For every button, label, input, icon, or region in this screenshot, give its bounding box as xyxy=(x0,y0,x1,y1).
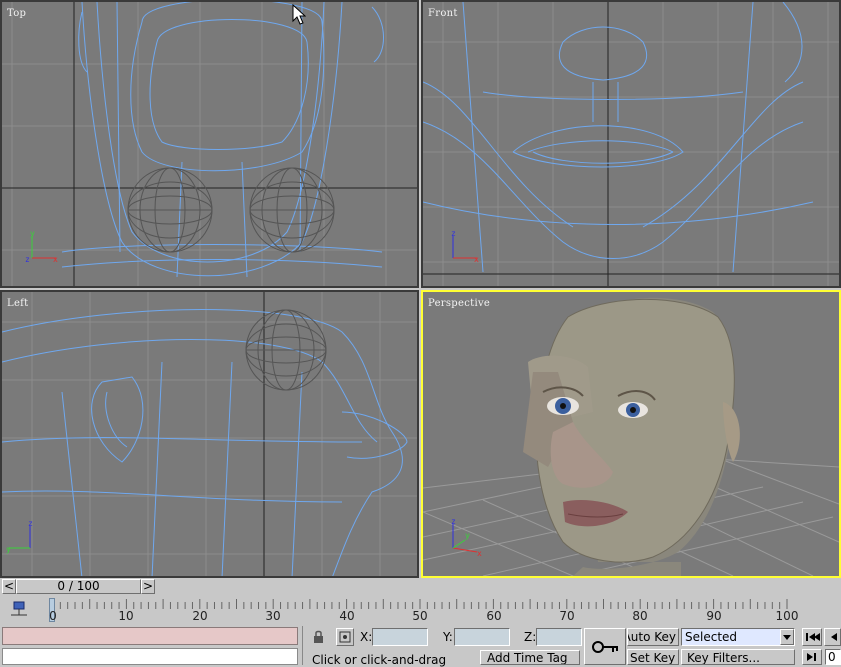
current-frame-field[interactable]: 0 xyxy=(825,649,841,665)
chevron-down-icon xyxy=(783,635,791,640)
viewport-label-perspective: Perspective xyxy=(428,298,491,309)
viewport-label-left: Left xyxy=(7,298,29,309)
viewport-label-top: Top xyxy=(7,8,27,19)
axis-x-label: x xyxy=(53,255,58,264)
time-slider-prev-button[interactable]: < xyxy=(2,579,16,594)
axis-y-label: y xyxy=(30,229,35,238)
track-tick-label: 60 xyxy=(486,609,502,623)
go-to-start-button[interactable] xyxy=(802,628,822,646)
current-frame-value: 0 xyxy=(828,650,836,664)
coord-z-field[interactable] xyxy=(536,628,582,646)
axis-y-label: y xyxy=(6,545,11,554)
viewport-label-front: Front xyxy=(428,8,458,19)
set-key-button[interactable]: Set Key xyxy=(627,649,679,665)
go-to-end-icon xyxy=(807,653,816,661)
key-mode-dropdown-button[interactable] xyxy=(780,629,794,645)
coord-z-label: Z: xyxy=(524,630,537,644)
set-key-label: Set Key xyxy=(630,651,676,665)
axis-tripod-perspective: z x y xyxy=(451,518,482,558)
axis-x-label: x xyxy=(474,255,479,264)
coord-x-field[interactable] xyxy=(372,628,428,646)
chevron-left-icon: < xyxy=(3,579,15,593)
axis-y-label: y xyxy=(465,531,470,540)
go-to-start-icon xyxy=(806,633,820,641)
axis-tripod-top: y x z xyxy=(25,229,58,264)
front-wireframe xyxy=(423,2,839,286)
track-tick-label: 30 xyxy=(265,609,281,623)
key-icon xyxy=(592,641,618,653)
time-slider-label: 0 / 100 xyxy=(57,579,100,593)
axis-tripod-left: z y xyxy=(6,519,33,554)
viewport-front[interactable]: Front z x xyxy=(421,0,841,288)
axis-z-label: z xyxy=(25,255,30,264)
key-mode-select[interactable]: Selected xyxy=(681,628,795,646)
absolute-mode-icon xyxy=(339,631,351,643)
track-tick-label: 40 xyxy=(339,609,355,623)
auto-key-label: Auto Key xyxy=(627,630,676,644)
next-key-button[interactable] xyxy=(802,649,822,665)
track-tick-label: 70 xyxy=(559,609,575,623)
viewport-left[interactable]: Left z y xyxy=(0,290,419,578)
track-tick-label: 50 xyxy=(412,609,428,623)
axis-x-label: x xyxy=(477,549,482,558)
key-filters-button[interactable]: Key Filters... xyxy=(681,649,795,665)
add-time-tag-button[interactable]: Add Time Tag xyxy=(480,650,580,665)
axis-z-label: z xyxy=(28,519,33,528)
maxscript-listener-white[interactable] xyxy=(2,648,298,665)
time-slider-thumb[interactable]: 0 / 100 xyxy=(16,579,141,594)
key-filters-label: Key Filters... xyxy=(687,651,760,665)
chevron-right-icon: > xyxy=(142,579,154,593)
maxscript-listener-pink[interactable] xyxy=(2,627,298,645)
track-tick-label: 0 xyxy=(49,609,57,623)
mouse-cursor-icon xyxy=(292,4,306,25)
time-slider-next-button[interactable]: > xyxy=(141,579,155,594)
set-key-mode-button[interactable] xyxy=(584,628,626,665)
track-bar-ruler xyxy=(52,599,788,609)
previous-frame-icon xyxy=(831,633,837,641)
mini-curve-editor-icon[interactable] xyxy=(8,599,30,619)
track-tick-label: 90 xyxy=(706,609,722,623)
lock-icon[interactable] xyxy=(312,630,326,644)
axis-z-label: z xyxy=(451,229,456,238)
axis-tripod-front: z x xyxy=(451,229,479,264)
viewport-top[interactable]: Top y x z xyxy=(0,0,419,288)
status-divider xyxy=(302,626,303,665)
previous-frame-button[interactable] xyxy=(824,628,841,646)
absolute-mode-toggle[interactable] xyxy=(336,628,354,646)
track-tick-label: 100 xyxy=(775,609,799,623)
viewport-perspective[interactable]: Perspective z x y xyxy=(421,290,841,578)
add-time-tag-label: Add Time Tag xyxy=(487,651,568,665)
track-tick-label: 80 xyxy=(632,609,648,623)
left-wireframe xyxy=(2,292,417,576)
coord-y-label: Y: xyxy=(443,630,453,644)
top-wireframe xyxy=(2,2,417,286)
track-tick-label: 10 xyxy=(118,609,134,623)
key-mode-selected: Selected xyxy=(685,630,738,644)
coord-x-label: X: xyxy=(360,630,373,644)
coord-y-field[interactable] xyxy=(454,628,510,646)
axis-z-label: z xyxy=(451,518,456,526)
track-tick-label: 20 xyxy=(192,609,208,623)
auto-key-button[interactable]: Auto Key xyxy=(627,628,679,646)
